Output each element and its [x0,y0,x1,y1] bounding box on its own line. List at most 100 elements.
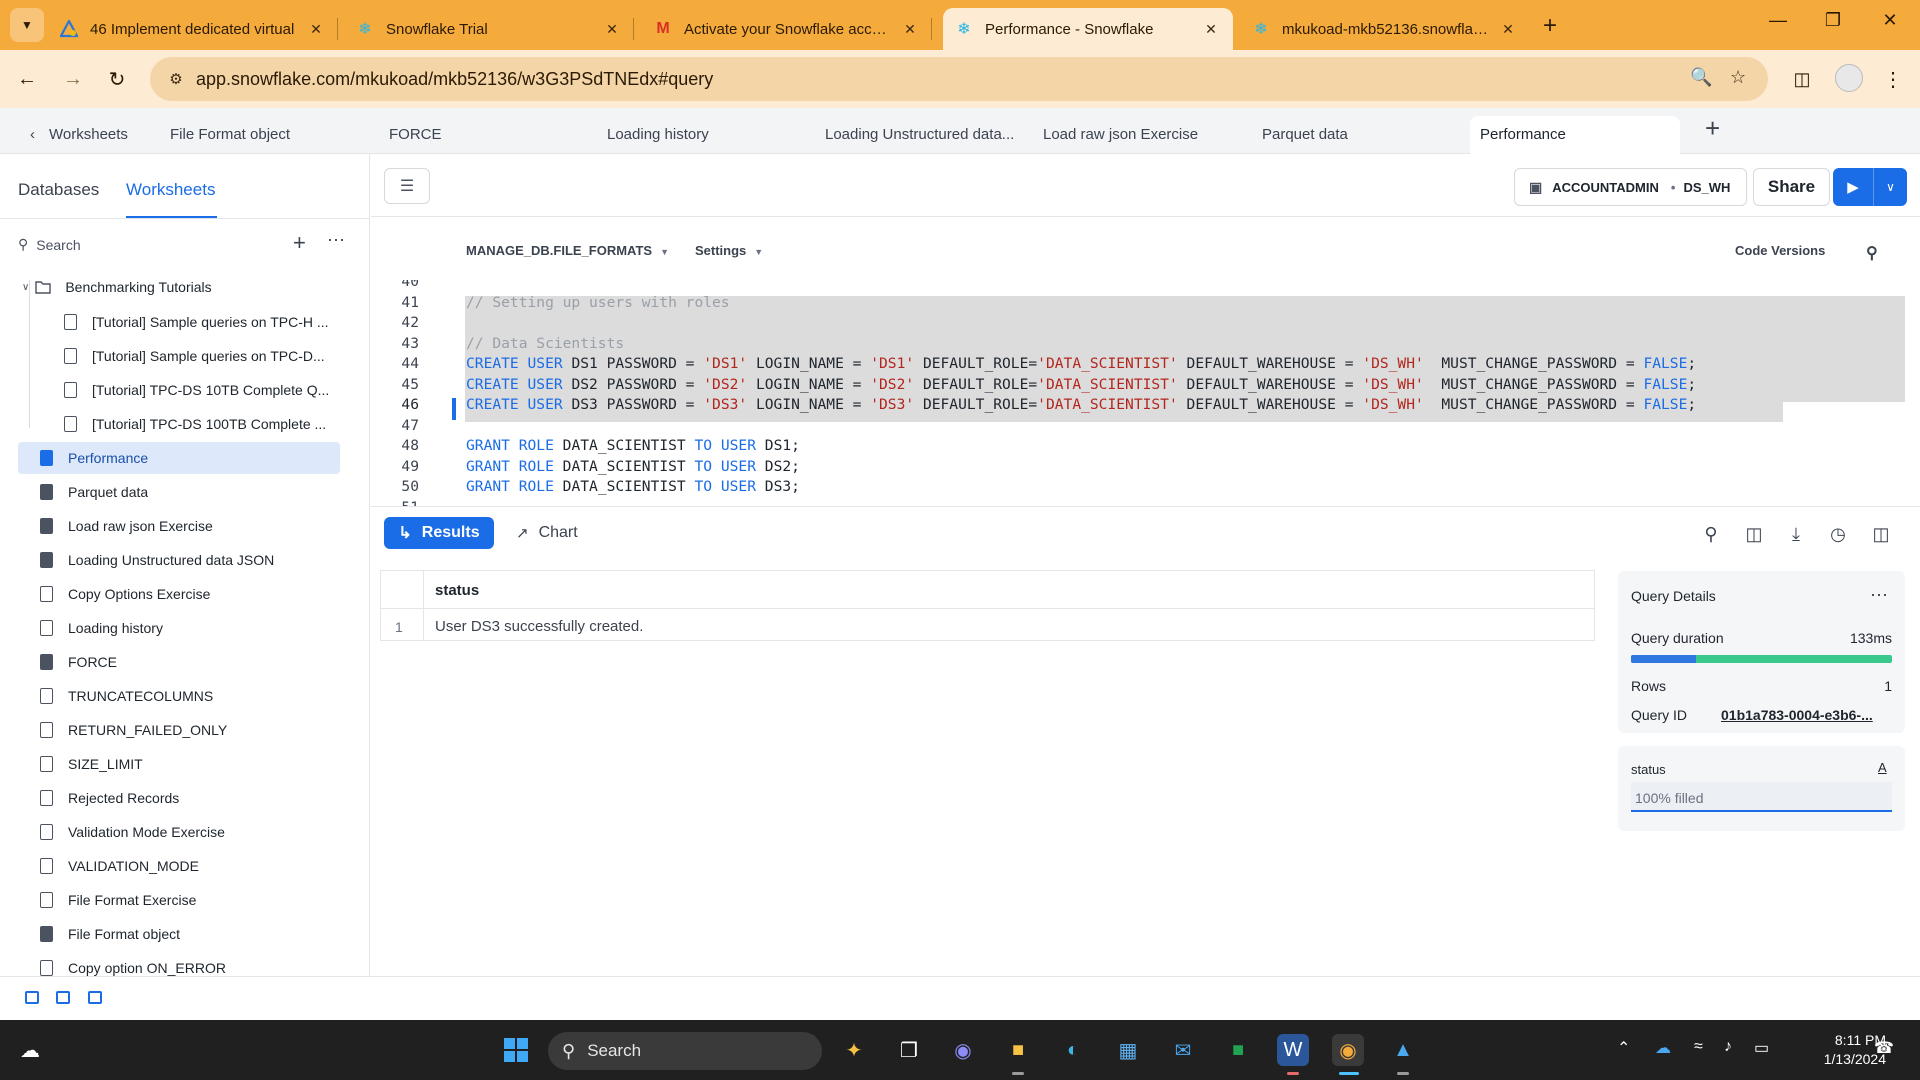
worksheet-tab[interactable]: Load raw json Exercise [1043,116,1198,154]
toggle-sidebar-icon[interactable] [25,991,39,1004]
back-button[interactable]: ← [10,62,44,96]
wifi-icon[interactable]: ≈ [1694,1038,1703,1056]
worksheet-tab[interactable]: File Format object [170,116,290,154]
sidebar-item-worksheet[interactable]: File Format object [38,918,180,950]
run-options-icon[interactable]: ∨ [1873,168,1907,206]
browser-tab-active[interactable]: ❄ Performance - Snowflake ✕ [943,8,1233,50]
close-icon[interactable]: ✕ [306,21,326,38]
toggle-editor-icon[interactable] [56,991,70,1004]
restore-button[interactable]: ❐ [1813,10,1853,31]
sidebar-item-worksheet[interactable]: SIZE_LIMIT [38,748,143,780]
volume-icon[interactable]: ♪ [1724,1038,1732,1056]
address-bar[interactable]: ⚙ app.snowflake.com/mkukoad/mkb52136/w3G… [150,57,1768,101]
toggle-details-panel-icon[interactable]: ◫ [1869,522,1893,546]
column-header-status[interactable]: status [435,582,479,599]
system-clock[interactable]: 8:11 PM 1/13/2024 [1796,1031,1886,1069]
chat-app-icon[interactable]: ■ [1222,1034,1254,1066]
file-explorer-icon[interactable]: ■ [1002,1034,1034,1066]
search-results-icon[interactable]: ⚲ [1699,522,1723,546]
sidebar-search-input[interactable]: ⚲ Search [18,236,81,253]
sidebar-item-worksheet[interactable]: FORCE [38,646,117,678]
weather-icon[interactable]: ☁ [14,1034,46,1066]
database-context-selector[interactable]: MANAGE_DB.FILE_FORMATS ▼ [466,243,669,258]
start-button[interactable] [500,1034,532,1066]
share-button[interactable]: Share [1753,168,1830,206]
download-icon[interactable]: ⤓ [1784,522,1808,546]
sidebar-item-tutorial[interactable]: [Tutorial] TPC-DS 100TB Complete ... [62,408,334,440]
sidebar-item-tutorial[interactable]: [Tutorial] Sample queries on TPC-D... [62,340,334,372]
add-worksheet-icon[interactable]: + [293,230,306,256]
forward-button[interactable]: → [56,62,90,96]
filter-button[interactable]: ☰ [384,168,430,204]
worksheet-tab[interactable]: FORCE [389,116,442,154]
zoom-icon[interactable]: 🔍 [1690,67,1712,88]
run-button[interactable]: ▶ ∨ [1833,168,1907,206]
sidebar-item-worksheet[interactable]: File Format Exercise [38,884,196,916]
sidebar-item-performance[interactable]: Performance [18,442,340,474]
code-editor[interactable]: 40 41 // Setting up users with roles 42 43 //… [371,280,1920,506]
photos-icon[interactable]: ▲ [1387,1034,1419,1066]
close-icon[interactable]: ✕ [900,21,920,38]
profile-avatar[interactable] [1835,64,1863,92]
sidebar-item-worksheet[interactable]: Copy Options Exercise [38,578,210,610]
edge-icon[interactable]: ◐ [1057,1034,1089,1066]
close-icon[interactable]: ✕ [1201,21,1221,38]
minimize-button[interactable]: — [1758,10,1798,31]
sidebar-item-worksheet[interactable]: RETURN_FAILED_ONLY [38,714,227,746]
teams-chat-icon[interactable]: ◉ [947,1034,979,1066]
sidebar-item-worksheet[interactable]: Loading history [38,612,163,644]
toggle-results-icon[interactable] [88,991,102,1004]
add-worksheet-button[interactable]: + [1705,113,1720,144]
tab-databases[interactable]: Databases [18,180,99,200]
sidebar-item-worksheet[interactable]: Parquet data [38,476,148,508]
settings-menu[interactable]: Settings ▼ [695,243,763,258]
tab-search-button[interactable]: ▼ [10,8,44,42]
chart-tab[interactable]: ↗ Chart [516,517,578,549]
mail-icon[interactable]: ✉ [1167,1034,1199,1066]
code-versions-link[interactable]: Code Versions [1735,243,1825,258]
close-window-button[interactable]: ✕ [1870,10,1910,31]
copilot-icon[interactable]: ✦ [838,1034,870,1066]
search-icon[interactable]: ⚲ [1866,243,1878,263]
sidebar-item-worksheet[interactable]: TRUNCATECOLUMNS [38,680,213,712]
side-panel-button[interactable]: ◫ [1785,62,1819,96]
history-icon[interactable]: ◷ [1826,522,1850,546]
battery-icon[interactable]: ▭ [1754,1038,1769,1058]
onedrive-icon[interactable]: ☁ [1655,1038,1671,1058]
more-options-icon[interactable]: ⋯ [327,230,346,251]
browser-tab[interactable]: M Activate your Snowflake account ✕ [642,8,932,50]
close-icon[interactable]: ✕ [1498,21,1518,38]
word-icon[interactable]: W [1277,1034,1309,1066]
browser-tab[interactable]: ❄ Snowflake Trial ✕ [344,8,634,50]
sidebar-item-worksheet[interactable]: Validation Mode Exercise [38,816,225,848]
sidebar-item-tutorial[interactable]: [Tutorial] TPC-DS 10TB Complete Q... [62,374,334,406]
task-view-icon[interactable]: ❐ [893,1034,925,1066]
worksheets-back-link[interactable]: ‹ Worksheets [30,116,128,154]
cell-status[interactable]: User DS3 successfully created. [435,618,643,635]
close-icon[interactable]: ✕ [602,21,622,38]
sidebar-item-worksheet[interactable]: VALIDATION_MODE [38,850,199,882]
store-icon[interactable]: ▦ [1112,1034,1144,1066]
worksheet-tab[interactable]: Parquet data [1262,116,1348,154]
chevron-up-icon[interactable]: ⌃ [1617,1038,1630,1058]
bookmark-star-icon[interactable]: ☆ [1730,67,1746,88]
sidebar-item-worksheet[interactable]: Rejected Records [38,782,179,814]
new-tab-button[interactable]: + [1543,12,1557,40]
columns-icon[interactable]: ◫ [1742,522,1766,546]
browser-menu-button[interactable]: ⋮ [1876,62,1910,96]
role-warehouse-selector[interactable]: ▣ ACCOUNTADMIN • DS_WH [1514,168,1747,206]
chrome-icon[interactable]: ◉ [1332,1034,1364,1066]
site-info-icon[interactable]: ⚙ [156,70,196,88]
sidebar-item-worksheet[interactable]: Load raw json Exercise [38,510,213,542]
browser-tab[interactable]: ❄ mkukoad-mkb52136.snowflakecomputing.co… [1240,8,1530,50]
worksheet-tab-active[interactable]: Performance [1470,116,1680,154]
more-options-icon[interactable]: ⋯ [1870,585,1889,606]
taskbar-search[interactable]: ⚲ Search [548,1032,822,1070]
sidebar-item-worksheet[interactable]: Loading Unstructured data JSON [38,544,274,576]
folder-item[interactable]: ∨ Benchmarking Tutorials [22,271,212,303]
worksheet-tab[interactable]: Loading Unstructured data... [825,116,1014,154]
browser-tab[interactable]: 46 Implement dedicated virtual ✕ [48,8,338,50]
reload-button[interactable]: ↻ [100,62,134,96]
sidebar-item-tutorial[interactable]: [Tutorial] Sample queries on TPC-H ... [62,306,334,338]
notification-bell-icon[interactable]: ☎ [1874,1038,1894,1058]
